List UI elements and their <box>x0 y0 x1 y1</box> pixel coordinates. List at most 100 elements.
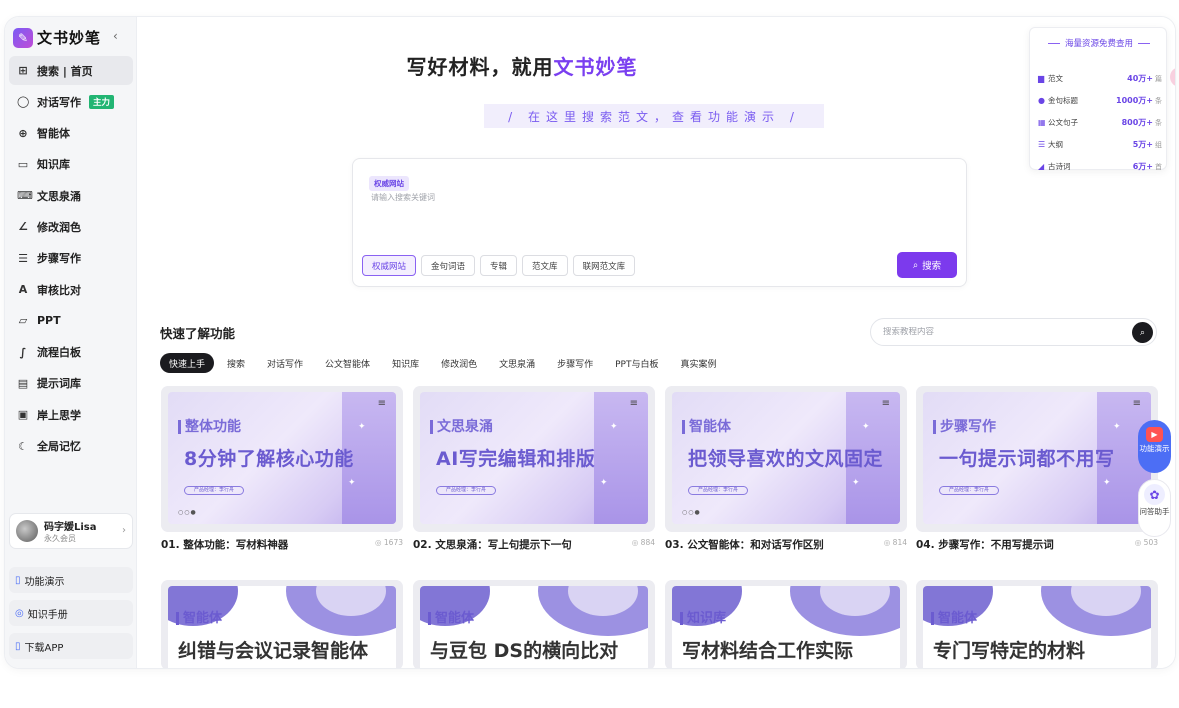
sidebar-item-label: 岸上思学 <box>37 408 81 422</box>
sidebar-item[interactable]: ☰ 步骤写作 <box>9 244 133 273</box>
card-views: ◎ 1673 <box>375 538 403 547</box>
main-content: 写好材料，就用文书妙笔 / 在这里搜索范文，查看功能演示 / 权威网站 权威网站… <box>138 17 1175 668</box>
tutorial-tab[interactable]: 对话写作 <box>258 353 312 373</box>
search-button[interactable]: ⌕ 搜索 <box>897 252 957 278</box>
card-title[interactable]: 01. 整体功能：写材料神器 <box>161 537 288 552</box>
sidebar-item[interactable]: ▤ 提示词库 <box>9 369 133 398</box>
resource-row[interactable]: ● 金句标题 1000万+ 条 <box>1038 94 1162 107</box>
tutorial-card[interactable]: ≡ 步骤写作 一句提示词都不用写 产品经理：李行舟 ✦ ✦ 04. 步骤写作：不用写提示词 ◎… <box>916 386 1158 551</box>
sidebar-item[interactable]: ∠ 修改润色 <box>9 212 133 241</box>
sidebar-item[interactable]: ∫ 流程白板 <box>9 338 133 367</box>
card-thumbnail[interactable]: ≡ 整体功能 8分钟了解核心功能 产品经理：李行舟 ✦ ✦ ○○● <box>161 386 403 532</box>
tutorial-tab[interactable]: 搜索 <box>218 353 254 373</box>
sidebar-bottom-button[interactable]: ▯ 下载APP <box>9 633 133 659</box>
sidebar-item[interactable]: ◯ 对话写作 主力 <box>9 87 133 116</box>
resource-unit: 条 <box>1155 96 1162 105</box>
logo-text: 文书妙笔 <box>37 29 102 47</box>
tutorial-card[interactable]: ≡ 文思泉涌 AI写完编辑和排版 产品经理：李行舟 ✦ ✦ 02. 文思泉涌：写上句提示下一… <box>413 386 655 551</box>
resource-value: 5万+ <box>1132 140 1153 149</box>
sidebar-item[interactable]: ⊞ 搜索 | 首页 <box>9 56 133 85</box>
logo-icon: ✎ <box>13 27 33 48</box>
resource-row[interactable]: ☰ 大纲 5万+ 组 <box>1038 138 1162 151</box>
sidebar-item[interactable]: A 审核比对 <box>9 275 133 304</box>
sidebar-item[interactable]: ▭ 知识库 <box>9 150 133 179</box>
card-tag: 文思泉涌 <box>430 420 493 434</box>
flow-icon: ∫ <box>19 345 27 359</box>
card-presenter: 产品经理：李行舟 <box>688 486 748 495</box>
book-icon: ▭ <box>17 157 29 171</box>
chevron-right-icon: › <box>122 525 126 536</box>
sidebar-item[interactable]: ⌨ 文思泉涌 <box>9 181 133 210</box>
tutorial-card[interactable]: 智能体 纠错与会议记录智能体 <box>161 580 403 668</box>
resource-row[interactable]: ◢ 古诗词 6万+ 首 <box>1038 160 1162 173</box>
card-title[interactable]: 02. 文思泉涌：写上句提示下一句 <box>413 537 572 552</box>
manual-icon: ◎ <box>15 607 24 619</box>
view-count: 814 <box>892 538 907 547</box>
search-scope-chip[interactable]: 范文库 <box>522 255 568 276</box>
sidebar-bottom-button[interactable]: ◎ 知识手册 <box>9 600 133 626</box>
sidebar-item[interactable]: ⊕ 智能体 <box>9 119 133 148</box>
tutorial-tab[interactable]: 真实案例 <box>671 353 725 373</box>
float-label: 功能演示 <box>1139 444 1170 453</box>
card-thumbnail[interactable]: ≡ 文思泉涌 AI写完编辑和排版 产品经理：李行舟 ✦ ✦ <box>413 386 655 532</box>
user-card[interactable]: 码字媛Lisa 永久会员 › <box>9 513 133 549</box>
video-icon: ▣ <box>17 408 29 422</box>
hero-subtitle: / 在这里搜索范文，查看功能演示 / <box>484 104 824 128</box>
search-scope-chip[interactable]: 专辑 <box>480 255 518 276</box>
tutorial-tab[interactable]: 文思泉涌 <box>490 353 544 373</box>
tutorial-card[interactable]: 智能体 专门写特定的材料 <box>916 580 1158 668</box>
sidebar-bottom-label: 知识手册 <box>27 609 68 621</box>
card-thumbnail[interactable]: ≡ 智能体 把领导喜欢的文风固定 产品经理：李行舟 ✦ ✦ ○○● <box>665 386 907 532</box>
resource-row[interactable]: ▦ 公文句子 800万+ 条 <box>1038 116 1162 129</box>
logo[interactable]: ✎ 文书妙笔 <box>13 27 101 48</box>
assistant-float-button[interactable]: ✿ 问答助手 <box>1138 479 1171 537</box>
outline-icon: ☰ <box>1038 140 1046 149</box>
tutorial-search: ⌕ <box>870 318 1157 346</box>
card-views: ◎ 884 <box>632 538 655 547</box>
tutorial-card[interactable]: ≡ 整体功能 8分钟了解核心功能 产品经理：李行舟 ✦ ✦ ○○● 01. 整体功能：写材料神… <box>161 386 403 551</box>
sparkle-icon: ✦ <box>600 478 608 488</box>
search-input[interactable] <box>371 193 931 202</box>
user-name: 码字媛Lisa <box>44 522 97 533</box>
tutorial-card[interactable]: 知识库 写材料结合工作实际 <box>665 580 907 668</box>
tutorial-tab[interactable]: 公文智能体 <box>316 353 379 373</box>
tutorial-tab[interactable]: 快速上手 <box>160 353 215 373</box>
tutorial-tab[interactable]: 修改润色 <box>432 353 486 373</box>
sidebar-item[interactable]: ▣ 岸上思学 <box>9 400 133 429</box>
tutorial-tab[interactable]: 步骤写作 <box>548 353 602 373</box>
search-scope-chip[interactable]: 金句词语 <box>421 255 476 276</box>
sidebar-item-label: 对话写作 <box>37 95 81 109</box>
tutorial-tab[interactable]: 知识库 <box>383 353 428 373</box>
resource-row[interactable]: ▆ 范文 40万+ 篇 <box>1038 72 1162 85</box>
thumbnail-art: ≡ 整体功能 8分钟了解核心功能 产品经理：李行舟 ✦ ✦ ○○● <box>168 392 396 524</box>
sidebar-item[interactable]: ▱ PPT <box>9 306 133 335</box>
card-title[interactable]: 03. 公文智能体：和对话写作区别 <box>665 537 824 552</box>
float-label: 问答助手 <box>1139 507 1170 516</box>
sidebar-item[interactable]: ☾ 全局记忆 <box>9 432 133 461</box>
chevron-left-icon[interactable]: ‹ <box>113 29 118 43</box>
tutorial-card[interactable]: 智能体 与豆包 DS的横向比对 <box>413 580 655 668</box>
user-membership: 永久会员 <box>44 534 76 543</box>
resource-label: 金句标题 <box>1048 96 1078 105</box>
demo-float-button[interactable]: ▶ 功能演示 <box>1138 420 1171 473</box>
assistant-icon: ✿ <box>1144 484 1165 505</box>
tutorial-search-input[interactable] <box>883 327 1123 337</box>
sidebar-item-label: 智能体 <box>37 127 70 141</box>
tutorial-card[interactable]: ≡ 智能体 把领导喜欢的文风固定 产品经理：李行舟 ✦ ✦ ○○● 03. 公文智能体：和对话… <box>665 386 907 551</box>
tutorial-tab[interactable]: PPT与白板 <box>606 353 667 373</box>
sparkle-icon: ✦ <box>1103 478 1111 488</box>
search-icon[interactable]: ⌕ <box>1132 322 1153 343</box>
search-scope-chip[interactable]: 权威网站 <box>362 255 417 276</box>
search-scope-chip[interactable]: 联网范文库 <box>572 255 636 276</box>
sidebar-bottom-button[interactable]: ▯ 功能演示 <box>9 567 133 593</box>
sparkle-icon: ✦ <box>358 422 366 432</box>
card-headline: 纠错与会议记录智能体 <box>178 640 369 662</box>
avatar <box>16 520 38 542</box>
card-presenter: 产品经理：李行舟 <box>184 486 244 495</box>
side-tab[interactable] <box>1170 67 1175 87</box>
sidebar-item-label: 文思泉涌 <box>37 189 81 203</box>
card-thumbnail[interactable]: ≡ 步骤写作 一句提示词都不用写 产品经理：李行舟 ✦ ✦ <box>916 386 1158 532</box>
resource-unit: 篇 <box>1155 74 1162 83</box>
search-button-label: 搜索 <box>922 261 942 272</box>
card-title[interactable]: 04. 步骤写作：不用写提示词 <box>916 537 1054 552</box>
